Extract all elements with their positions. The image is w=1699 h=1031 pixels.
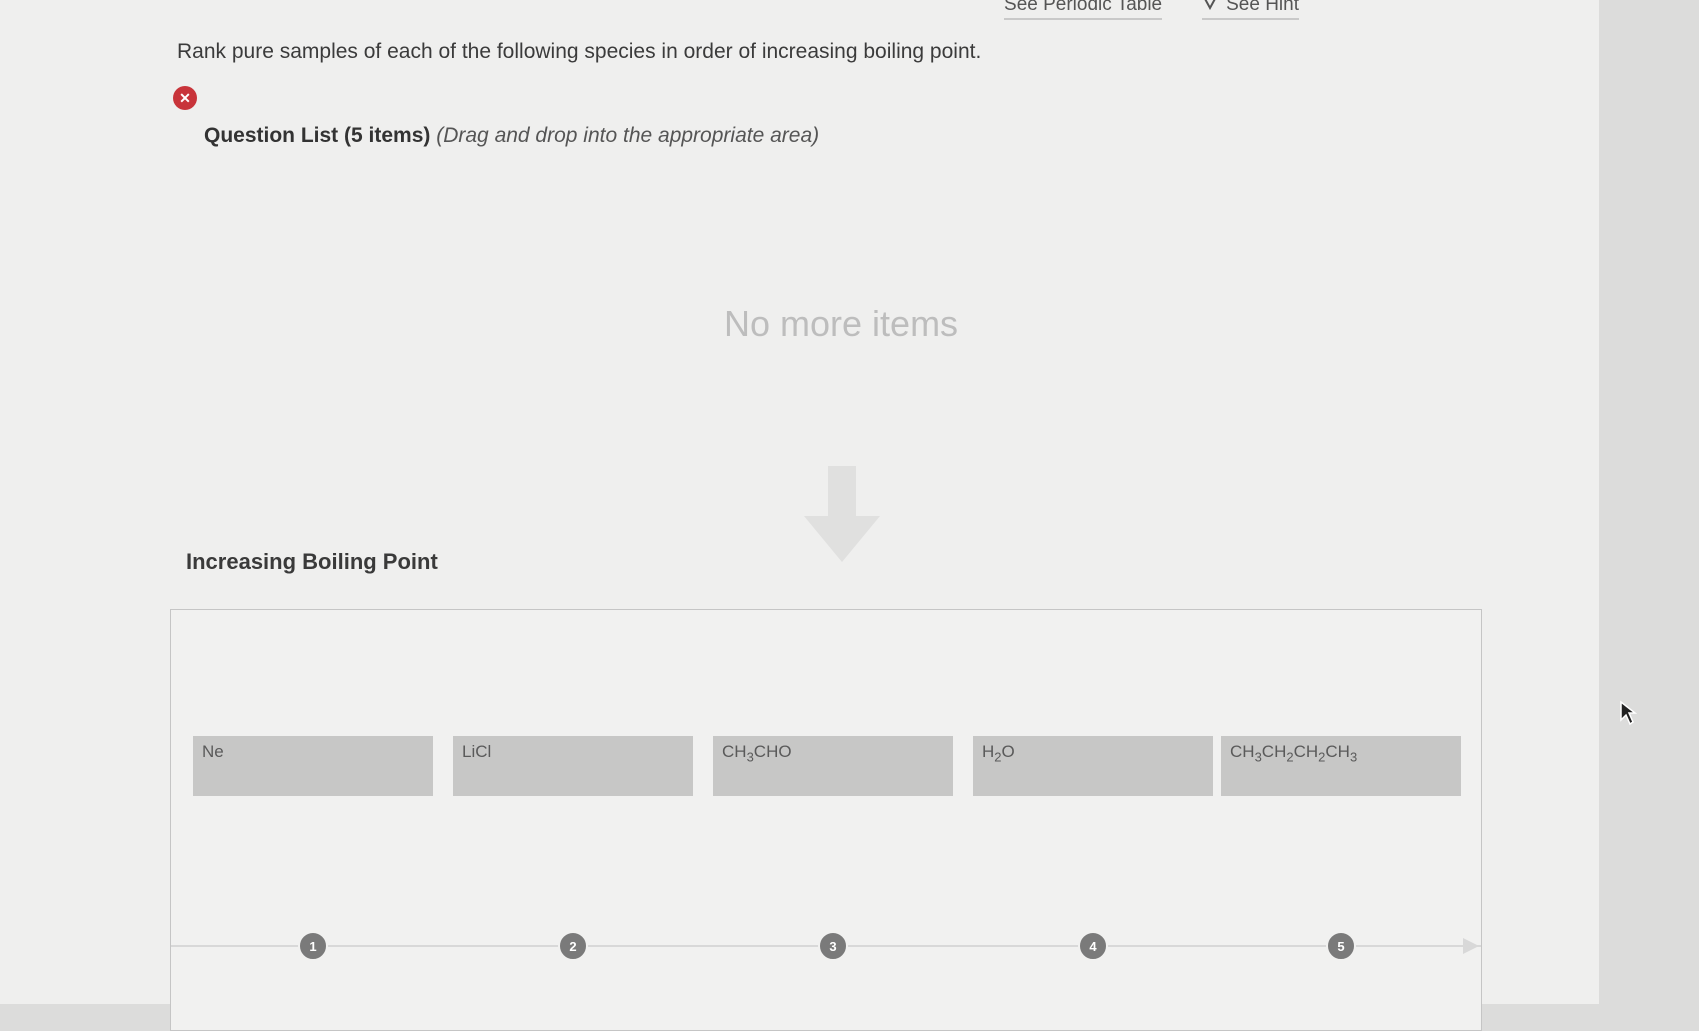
ranked-item-label: LiCl: [462, 742, 492, 761]
question-prompt: Rank pure samples of each of the followi…: [177, 40, 982, 63]
ranked-item-butane[interactable]: CH3CH2CH2CH3: [1221, 736, 1461, 796]
rank-marker: 4: [1078, 931, 1108, 961]
arrow-right-icon: [1463, 938, 1479, 954]
ranking-drop-area[interactable]: Ne LiCl CH3CHO H2O CH3CH2CH2CH3 1 2 3 4 …: [170, 609, 1482, 1031]
ranked-item-h2o[interactable]: H2O: [973, 736, 1213, 796]
top-links: See Periodic Table See Hint: [1004, 0, 1299, 20]
periodic-table-link[interactable]: See Periodic Table: [1004, 0, 1163, 20]
ranked-item-licl[interactable]: LiCl: [453, 736, 693, 796]
hint-check-icon: [1202, 0, 1218, 16]
hint-link[interactable]: See Hint: [1202, 0, 1299, 20]
hint-link-label: See Hint: [1226, 0, 1299, 15]
rank-marker: 1: [298, 931, 328, 961]
ranked-item-label: H2O: [982, 742, 1015, 765]
ranking-area-title: Increasing Boiling Point: [186, 549, 438, 574]
question-list-instruction: (Drag and drop into the appropriate area…: [436, 124, 820, 147]
question-list-title: Question List (5 items) (Drag and drop i…: [204, 124, 819, 148]
rank-marker: 5: [1326, 931, 1356, 961]
error-x-icon: ✕: [173, 86, 197, 110]
question-panel: See Periodic Table See Hint Rank pure sa…: [0, 0, 1599, 1031]
ranked-item-ne[interactable]: Ne: [193, 736, 433, 796]
mouse-pointer-icon: [1619, 700, 1638, 731]
ranked-item-label: Ne: [202, 742, 224, 761]
ranked-item-label: CH3CHO: [722, 742, 792, 765]
down-arrow-icon: [804, 466, 880, 567]
rank-marker: 2: [558, 931, 588, 961]
ranked-item-label: CH3CH2CH2CH3: [1230, 742, 1358, 765]
empty-list-message: No more items: [724, 303, 959, 344]
rank-marker: 3: [818, 931, 848, 961]
ranked-item-ch3cho[interactable]: CH3CHO: [713, 736, 953, 796]
question-list-heading: Question List (5 items): [204, 124, 431, 147]
